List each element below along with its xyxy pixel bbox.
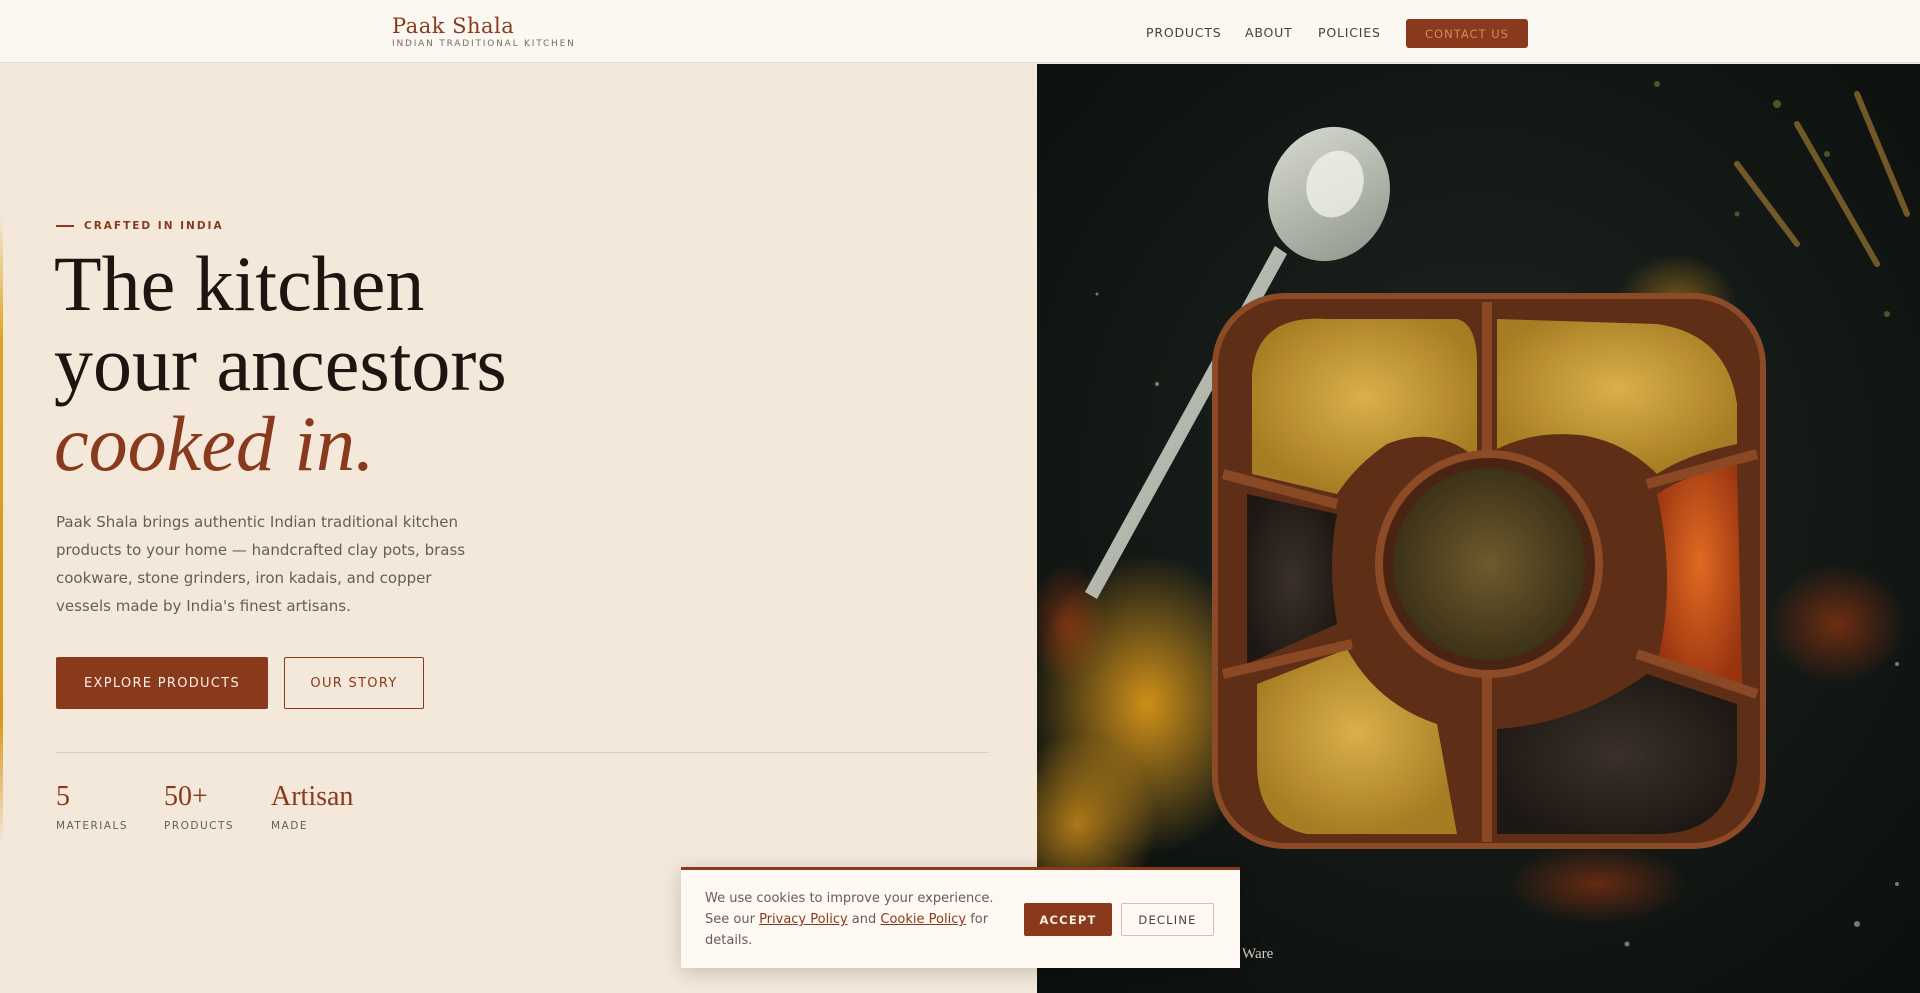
explore-products-button[interactable]: EXPLORE PRODUCTS (56, 657, 268, 709)
stat-label: MATERIALS (56, 820, 129, 832)
headline-line-3: cooked in. (54, 400, 375, 487)
stat-value: 50+ (164, 781, 208, 812)
site-header: Paak Shala INDIAN TRADITIONAL KITCHEN PR… (0, 0, 1920, 63)
eyebrow-line (56, 225, 74, 227)
headline-line-1: The kitchen (54, 240, 425, 327)
stat-products: 50+ PRODUCTS (164, 780, 234, 832)
brand-logo[interactable]: Paak Shala INDIAN TRADITIONAL KITCHEN (392, 14, 576, 49)
contact-us-button[interactable]: CONTACT US (1406, 19, 1528, 48)
brand-tagline: INDIAN TRADITIONAL KITCHEN (392, 39, 576, 49)
hero-headline: The kitchen your ancestors cooked in. (54, 244, 507, 484)
left-accent-bar (0, 215, 3, 845)
image-caption: Ware (1242, 946, 1274, 962)
stat-value: 5 (56, 781, 70, 812)
decline-cookies-button[interactable]: DECLINE (1121, 903, 1214, 936)
brand-name: Paak Shala (392, 14, 515, 38)
cookie-banner: We use cookies to improve your experienc… (681, 867, 1240, 968)
cookie-and-text: and (847, 912, 881, 927)
nav-products[interactable]: PRODUCTS (1146, 25, 1222, 40)
stat-artisan: Artisan MADE (271, 780, 353, 832)
eyebrow-text: CRAFTED IN INDIA (84, 220, 224, 232)
stat-value: Artisan (271, 781, 354, 812)
stat-materials: 5 MATERIALS (56, 780, 128, 832)
hero-spice-box-image (1037, 64, 1920, 993)
stat-label: PRODUCTS (164, 820, 235, 832)
stat-label: MADE (271, 820, 308, 832)
stats-divider (56, 752, 989, 753)
cookie-policy-link[interactable]: Cookie Policy (880, 912, 966, 927)
hero-intro: Paak Shala brings authentic Indian tradi… (56, 513, 466, 615)
cookie-message: We use cookies to improve your experienc… (705, 888, 995, 951)
headline-line-2: your ancestors (54, 320, 507, 407)
accept-cookies-button[interactable]: ACCEPT (1024, 903, 1112, 936)
nav-policies[interactable]: POLICIES (1318, 25, 1381, 40)
our-story-button[interactable]: OUR STORY (284, 657, 424, 709)
nav-about[interactable]: ABOUT (1245, 25, 1293, 40)
privacy-policy-link[interactable]: Privacy Policy (759, 912, 848, 927)
eyebrow: CRAFTED IN INDIA (56, 220, 224, 232)
